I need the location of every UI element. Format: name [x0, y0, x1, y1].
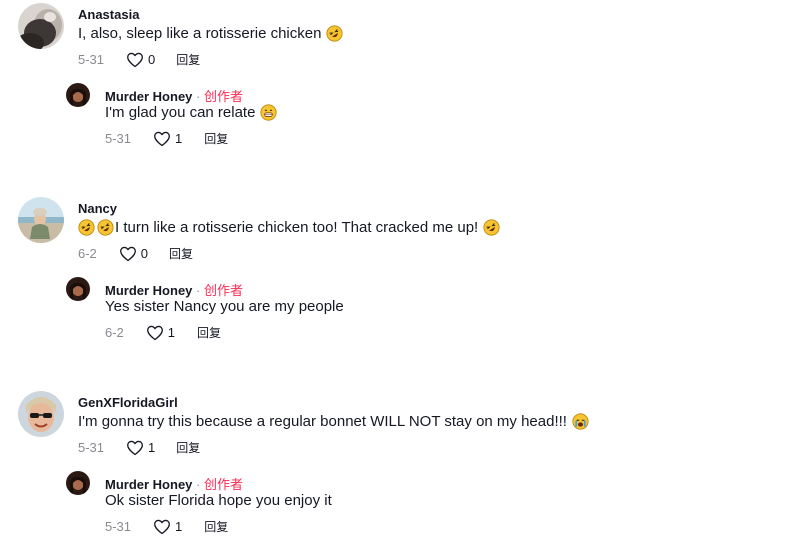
rolling-on-floor-laughing-emoji	[483, 219, 500, 236]
like-count: 1	[175, 131, 183, 146]
comment-body: I turn like a rotisserie chicken too! Th…	[115, 219, 479, 236]
heart-outline-icon	[146, 325, 164, 341]
like-count: 1	[148, 440, 156, 455]
reply-username: Murder Honey · 创作者	[105, 280, 243, 299]
reply-button[interactable]: 回复	[197, 324, 221, 341]
reply-body: I'm glad you can relate	[105, 104, 256, 121]
like-button[interactable]: 0	[126, 52, 155, 68]
reply-date: 5-31	[105, 131, 132, 146]
comment-text: I turn like a rotisserie chicken too! Th…	[78, 219, 500, 236]
creator-badge: 创作者	[203, 89, 243, 104]
avatar[interactable]	[66, 277, 90, 301]
reply-author-name[interactable]: Murder Honey	[105, 283, 192, 298]
comment-text: I'm gonna try this because a regular bon…	[78, 413, 589, 430]
separator: ·	[192, 477, 204, 492]
like-button[interactable]: 1	[146, 325, 175, 341]
comment-text: I, also, sleep like a rotisserie chicken	[78, 25, 343, 42]
heart-outline-icon	[119, 246, 137, 262]
like-count: 0	[148, 52, 156, 67]
reply-button[interactable]: 回复	[204, 130, 228, 147]
reply-author-name[interactable]: Murder Honey	[105, 477, 192, 492]
comment-username[interactable]: Anastasia	[78, 7, 139, 22]
separator: ·	[192, 89, 204, 104]
reply-button[interactable]: 回复	[176, 51, 200, 68]
rolling-on-floor-laughing-emoji	[78, 219, 95, 236]
comment-meta: 5-31 0 回复	[78, 51, 200, 68]
like-button[interactable]: 0	[119, 246, 148, 262]
comment-date: 5-31	[78, 440, 105, 455]
heart-outline-icon	[126, 440, 144, 456]
reply-button[interactable]: 回复	[176, 439, 200, 456]
comment-username[interactable]: Nancy	[78, 201, 117, 216]
reply-body: Yes sister Nancy you are my people	[105, 298, 344, 315]
comment-body: I'm gonna try this because a regular bon…	[78, 413, 567, 430]
reply-meta: 5-31 1 回复	[105, 130, 228, 147]
avatar[interactable]	[18, 3, 64, 49]
reply-button[interactable]: 回复	[169, 245, 193, 262]
comment-meta: 5-31 1 回复	[78, 439, 200, 456]
reply-meta: 6-2 1 回复	[105, 324, 221, 341]
reply-button[interactable]: 回复	[204, 518, 228, 535]
separator: ·	[192, 283, 204, 298]
avatar[interactable]	[66, 471, 90, 495]
heart-outline-icon	[153, 519, 171, 535]
like-button[interactable]: 1	[153, 519, 182, 535]
reply-meta: 5-31 1 回复	[105, 518, 228, 535]
comment-meta: 6-2 0 回复	[78, 245, 193, 262]
comment-date: 5-31	[78, 52, 105, 67]
reply-author-name[interactable]: Murder Honey	[105, 89, 192, 104]
reply-text: Ok sister Florida hope you enjoy it	[105, 492, 332, 509]
creator-badge: 创作者	[203, 477, 243, 492]
reply-text: Yes sister Nancy you are my people	[105, 298, 344, 315]
reply-date: 6-2	[105, 325, 124, 340]
grinning-emoji	[260, 104, 277, 121]
comment-date: 6-2	[78, 246, 97, 261]
heart-outline-icon	[153, 131, 171, 147]
like-button[interactable]: 1	[126, 440, 155, 456]
comment-username[interactable]: GenXFloridaGirl	[78, 395, 178, 410]
comment-body: I, also, sleep like a rotisserie chicken	[78, 25, 322, 42]
reply-username: Murder Honey · 创作者	[105, 86, 243, 105]
like-count: 1	[175, 519, 183, 534]
like-button[interactable]: 1	[153, 131, 182, 147]
heart-outline-icon	[126, 52, 144, 68]
loudly-crying-emoji	[572, 413, 589, 430]
reply-username: Murder Honey · 创作者	[105, 474, 243, 493]
rolling-on-floor-laughing-emoji	[97, 219, 114, 236]
reply-text: I'm glad you can relate	[105, 104, 277, 121]
like-count: 1	[167, 325, 176, 340]
creator-badge: 创作者	[203, 283, 243, 298]
like-count: 0	[140, 246, 149, 261]
reply-body: Ok sister Florida hope you enjoy it	[105, 492, 332, 509]
avatar[interactable]	[18, 197, 64, 243]
rolling-on-floor-laughing-emoji	[326, 25, 343, 42]
avatar[interactable]	[66, 83, 90, 107]
reply-date: 5-31	[105, 519, 132, 534]
avatar[interactable]	[18, 391, 64, 437]
